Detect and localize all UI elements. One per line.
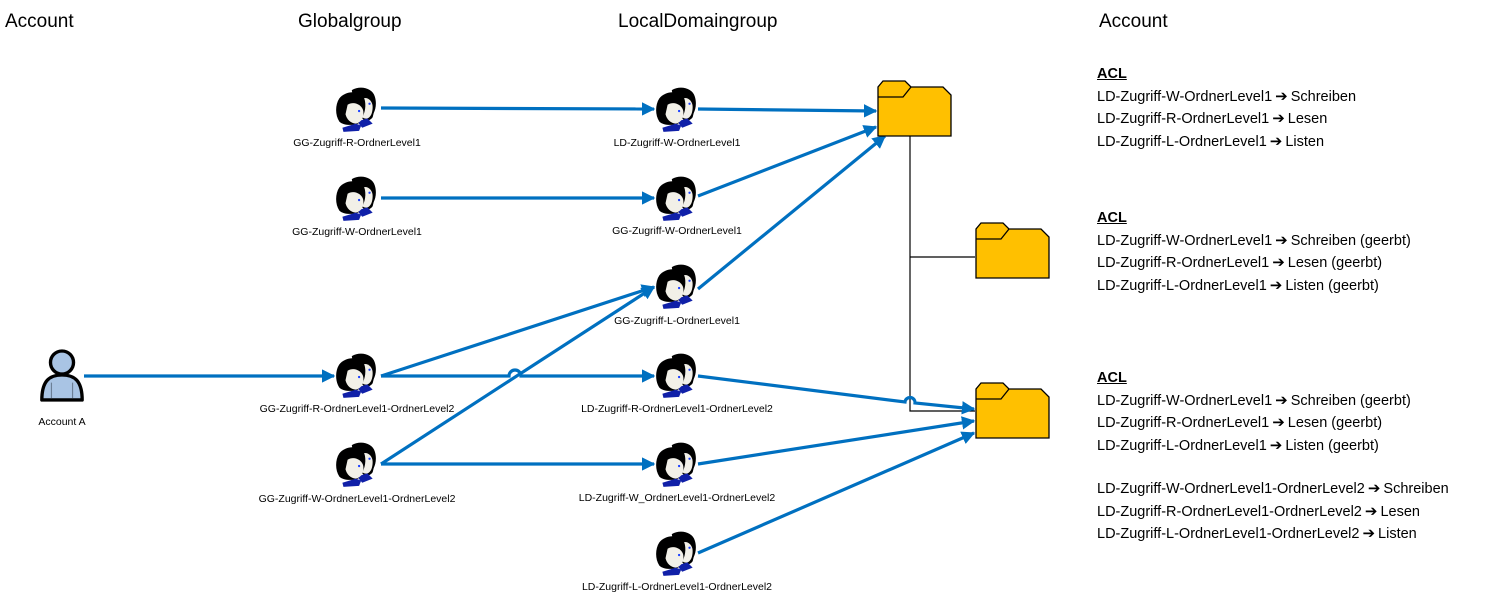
- node-label-ld5: LD-Zugriff-W_OrdnerLevel1-OrdnerLevel2: [578, 492, 776, 504]
- node-label-ld3: GG-Zugriff-L-OrdnerLevel1: [614, 315, 740, 327]
- acl-title: ACL: [1097, 370, 1127, 386]
- acl-entries: LD-Zugriff-W-OrdnerLevel1 ➔ Schreiben LD-Zu…: [1097, 86, 1356, 154]
- acl-entry: LD-Zugriff-L-OrdnerLevel1-OrdnerLevel2 ➔ L…: [1097, 523, 1449, 546]
- acl-entry-group: LD-Zugriff-R-OrdnerLevel1: [1097, 415, 1270, 431]
- folder-tree-trunk: [909, 136, 975, 412]
- edge-layer: [84, 102, 976, 555]
- arrow-right-icon: ➔: [1269, 436, 1283, 454]
- acl-entry-right: Schreiben (geerbt): [1290, 392, 1411, 409]
- folder-icon[interactable]: [975, 382, 1050, 439]
- acl-extra-entries: LD-Zugriff-W-OrdnerLevel1-OrdnerLevel2 ➔ S…: [1097, 478, 1449, 546]
- acl-entries: LD-Zugriff-W-OrdnerLevel1 ➔ Schreiben (gee…: [1097, 230, 1411, 298]
- acl-entry: LD-Zugriff-W-OrdnerLevel1 ➔ Schreiben: [1097, 86, 1356, 109]
- acl-entry-group: LD-Zugriff-R-OrdnerLevel1-OrdnerLevel2: [1097, 503, 1362, 520]
- node-label-ld2: GG-Zugriff-W-OrdnerLevel1: [612, 225, 742, 237]
- arrow-right-icon: ➔: [1275, 87, 1288, 105]
- edge-ld5-to-f3: [697, 416, 976, 466]
- acl-entry-right: Listen (geerbt): [1285, 437, 1379, 454]
- acl-entry: LD-Zugriff-L-OrdnerLevel1 ➔ Listen: [1097, 131, 1356, 154]
- arrow-right-icon: ➔: [1272, 110, 1285, 127]
- acl-entry-right: Listen (geerbt): [1285, 277, 1379, 294]
- acl-entry-group: LD-Zugriff-W-OrdnerLevel1: [1097, 392, 1273, 409]
- acl-block-folder-sub-a: ACL LD-Zugriff-W-OrdnerLevel1 ➔ Schreiben …: [1097, 208, 1411, 297]
- acl-entries: LD-Zugriff-W-OrdnerLevel1 ➔ Schreiben (gee…: [1097, 390, 1449, 458]
- node-label-account: Account A: [38, 416, 86, 428]
- group-icon[interactable]: [656, 87, 696, 132]
- acl-entry-right: Schreiben (geerbt): [1290, 232, 1411, 249]
- node-label-gg2: GG-Zugriff-W-OrdnerLevel1: [292, 226, 422, 238]
- arrow-right-icon: ➔: [1269, 276, 1283, 294]
- arrow-right-icon: ➔: [1275, 391, 1288, 409]
- node-label-ld1: LD-Zugriff-W-OrdnerLevel1: [613, 137, 741, 149]
- acl-entry-right: Listen: [1285, 133, 1325, 150]
- arrow-right-icon: ➔: [1269, 132, 1283, 150]
- acl-entry: LD-Zugriff-L-OrdnerLevel1 ➔ Listen (geerbt…: [1097, 275, 1411, 298]
- folder-icon[interactable]: [877, 80, 952, 137]
- acl-entry-right: Lesen (geerbt): [1287, 255, 1383, 271]
- edge-ld1-to-f1: [697, 104, 878, 118]
- acl-block-folder-level2: ACL LD-Zugriff-W-OrdnerLevel1 ➔ Schreiben …: [1097, 368, 1449, 546]
- acl-entry: LD-Zugriff-R-OrdnerLevel1 ➔ Lesen (geerbt): [1097, 412, 1449, 435]
- node-label-ld6: LD-Zugriff-L-OrdnerLevel1-OrdnerLevel2: [581, 581, 773, 593]
- acl-entry-right: Lesen (geerbt): [1287, 415, 1383, 431]
- acl-entry: LD-Zugriff-W-OrdnerLevel1 ➔ Schreiben (gee…: [1097, 230, 1411, 253]
- edge-gg1-to-ld1: [380, 102, 656, 116]
- folder-tree-connectors: [909, 136, 975, 412]
- group-icon[interactable]: [336, 353, 376, 398]
- node-label-gg4: GG-Zugriff-W-OrdnerLevel1-OrdnerLevel2: [258, 493, 456, 505]
- acl-entry: LD-Zugriff-R-OrdnerLevel1-OrdnerLevel2 ➔ L…: [1097, 501, 1449, 524]
- acl-spacer: [1097, 457, 1449, 478]
- group-icon[interactable]: [336, 176, 376, 221]
- acl-title: ACL: [1097, 66, 1127, 82]
- acl-entry-right: Schreiben: [1290, 88, 1357, 105]
- group-icon[interactable]: [336, 87, 376, 132]
- arrow-right-icon: ➔: [1272, 414, 1285, 431]
- acl-entry-right: Lesen: [1380, 503, 1420, 520]
- acl-entry-group: LD-Zugriff-L-OrdnerLevel1-OrdnerLevel2: [1097, 526, 1360, 542]
- acl-block-folder-level1: ACL LD-Zugriff-W-OrdnerLevel1 ➔ Schreiben L…: [1097, 64, 1356, 153]
- folder-icon[interactable]: [975, 222, 1050, 279]
- acl-entry-group: LD-Zugriff-L-OrdnerLevel1: [1097, 437, 1267, 454]
- acl-entry-group: LD-Zugriff-L-OrdnerLevel1: [1097, 277, 1267, 294]
- acl-entry-group: LD-Zugriff-W-OrdnerLevel1: [1097, 88, 1273, 105]
- group-icon[interactable]: [336, 442, 376, 487]
- acl-entry: LD-Zugriff-L-OrdnerLevel1 ➔ Listen (geerbt…: [1097, 435, 1449, 458]
- acl-entry-group: LD-Zugriff-R-OrdnerLevel1: [1097, 255, 1270, 271]
- group-icon[interactable]: [656, 176, 696, 221]
- acl-title: ACL: [1097, 210, 1127, 226]
- arrow-right-icon: ➔: [1364, 502, 1378, 520]
- acl-entry-group: LD-Zugriff-L-OrdnerLevel1: [1097, 133, 1267, 150]
- edge-gg3-to-ld3: [380, 284, 656, 378]
- arrow-right-icon: ➔: [1275, 231, 1288, 249]
- acl-entry-right: Schreiben: [1383, 481, 1449, 497]
- acl-entry-group: LD-Zugriff-R-OrdnerLevel1: [1097, 111, 1270, 127]
- acl-entry: LD-Zugriff-W-OrdnerLevel1 ➔ Schreiben (gee…: [1097, 390, 1449, 413]
- node-label-ld4: LD-Zugriff-R-OrdnerLevel1-OrdnerLevel2: [581, 403, 773, 415]
- group-icon[interactable]: [656, 531, 696, 576]
- acl-entry-group: LD-Zugriff-W-OrdnerLevel1: [1097, 232, 1273, 249]
- acl-entry: LD-Zugriff-W-OrdnerLevel1-OrdnerLevel2 ➔ S…: [1097, 478, 1449, 501]
- node-label-gg1: GG-Zugriff-R-OrdnerLevel1: [293, 137, 421, 149]
- group-icon[interactable]: [656, 442, 696, 487]
- acl-entry-right: Listen: [1378, 526, 1417, 542]
- acl-entry-group: LD-Zugriff-W-OrdnerLevel1-OrdnerLevel2: [1097, 481, 1365, 497]
- node-label-gg3: GG-Zugriff-R-OrdnerLevel1-OrdnerLevel2: [259, 403, 455, 415]
- node-layer: [40, 80, 1050, 576]
- arrow-right-icon: ➔: [1272, 254, 1285, 271]
- group-icon[interactable]: [656, 353, 696, 398]
- acl-entry-right: Lesen: [1287, 111, 1328, 127]
- user-icon[interactable]: [40, 349, 84, 402]
- acl-entry: LD-Zugriff-R-OrdnerLevel1 ➔ Lesen: [1097, 108, 1356, 131]
- group-icon[interactable]: [656, 264, 696, 309]
- arrow-right-icon: ➔: [1367, 480, 1381, 497]
- acl-entry: LD-Zugriff-R-OrdnerLevel1 ➔ Lesen (geerbt): [1097, 252, 1411, 275]
- arrow-right-icon: ➔: [1362, 525, 1376, 542]
